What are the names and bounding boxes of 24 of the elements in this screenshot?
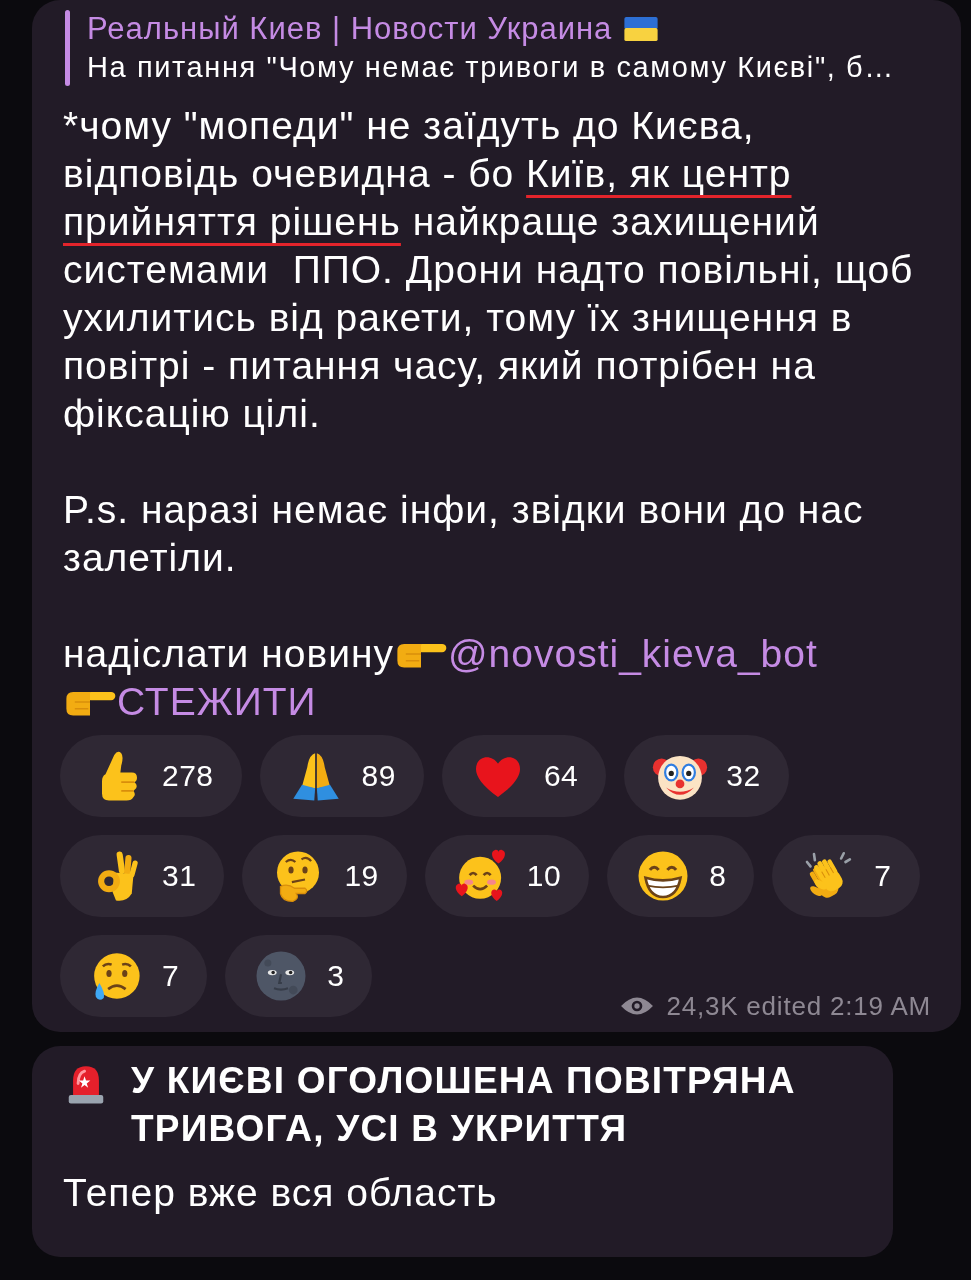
edit-time: edited 2:19 AM bbox=[746, 991, 931, 1021]
reaction-button[interactable]: 7 bbox=[60, 935, 208, 1017]
reaction-button[interactable]: 64 bbox=[441, 735, 607, 817]
eye-icon bbox=[620, 995, 655, 1017]
view-count: 24,3K bbox=[666, 991, 739, 1021]
flag-icon bbox=[624, 17, 659, 41]
reply-text: На питання "Чому немає тривоги в самому Києві", б… bbox=[87, 50, 895, 85]
reaction-button[interactable]: 10 bbox=[424, 835, 590, 917]
reaction-button[interactable]: 89 bbox=[259, 735, 424, 817]
message-text: Тепер вже вся область bbox=[63, 1170, 499, 1216]
send-news-text: надіслати новину bbox=[63, 632, 394, 675]
message-text: P.s. наразі немає інфи, звідки вони до нас залетіли. bbox=[63, 487, 865, 581]
follow-link[interactable]: СТЕЖИТИ bbox=[117, 680, 317, 723]
reaction-button[interactable]: 19 bbox=[242, 835, 407, 917]
mention-link[interactable]: @novosti_kieva_bot bbox=[448, 632, 818, 675]
reaction-button[interactable]: 7 bbox=[772, 835, 920, 917]
alert-title: У КИЄВІ ОГОЛОШЕНА ПОВІТРЯНА ТРИВОГА, УСІ В УКРИТТЯ bbox=[131, 1059, 797, 1151]
reply-author[interactable]: Реальный Киев | Новости Украина bbox=[87, 10, 613, 48]
reaction-button[interactable]: 278 bbox=[60, 735, 242, 817]
reaction-button[interactable]: 3 bbox=[225, 935, 373, 1017]
reaction-button[interactable]: 31 bbox=[60, 835, 225, 917]
reaction-button[interactable]: 32 bbox=[624, 735, 789, 817]
reaction-button[interactable]: 8 bbox=[607, 835, 755, 917]
message-text: *чому "мопеди" не заїдуть до Києва, відповідь очевидна - бо Київ, як центр прийняття рішень найкраще захищений системами ППО. Дрони надто повільні, щоб ухилитись від ракети, тому їх знищення в повітрі - питання часу, який потрібен на фіксацію цілі. bbox=[63, 103, 915, 437]
